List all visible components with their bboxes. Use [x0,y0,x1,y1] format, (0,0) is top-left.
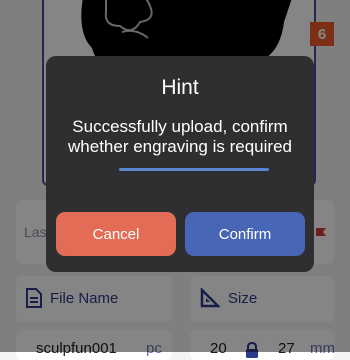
dialog-message: Successfully upload, confirm whether eng… [68,117,292,156]
dialog-title: Hint [161,76,199,99]
upload-progress-fill [119,168,269,171]
hint-dialog: Hint Successfully upload, confirm whethe… [46,56,314,272]
upload-progress-bar [119,168,269,171]
cancel-button[interactable]: Cancel [56,212,176,256]
confirm-button[interactable]: Confirm [185,212,305,256]
